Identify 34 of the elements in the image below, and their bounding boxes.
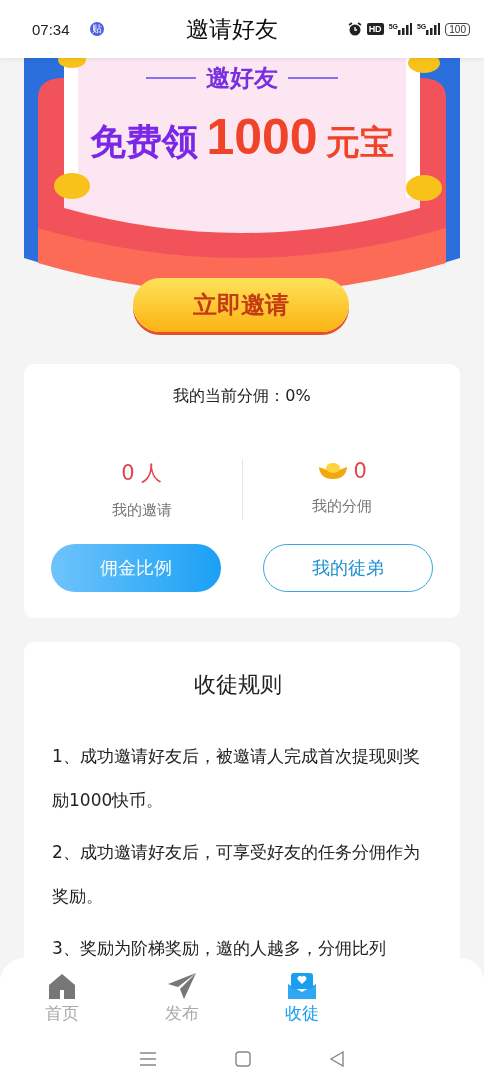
paper-plane-icon <box>167 971 197 1000</box>
stat-label: 我的分佣 <box>312 497 373 516</box>
stat-label: 我的邀请 <box>111 501 172 520</box>
rule-text: 1、成功邀请好友后，被邀请人完成首次提现则奖励1000快币。 <box>52 745 421 812</box>
rule-text: 2、成功邀请好友后，可享受好友的任务分佣作为奖励。 <box>52 841 421 908</box>
page-title: 邀请好友 <box>185 14 278 44</box>
invite-button[interactable]: 立即邀请 <box>133 278 349 332</box>
hd-label: HD <box>366 23 384 35</box>
tab-item[interactable]: 发布 <box>122 958 242 1038</box>
home-button-icon[interactable] <box>235 1051 251 1067</box>
banner-unit: 元宝 <box>325 121 394 164</box>
signal-icon <box>426 23 441 35</box>
rules-title: 收徒规则 <box>193 671 283 699</box>
notification-badge: 贴 <box>89 22 104 36</box>
heart-envelope-icon <box>287 971 317 1000</box>
tab-item[interactable]: 收徒 <box>242 958 362 1038</box>
tab-item[interactable]: 首页 <box>2 958 122 1038</box>
banner-headline: 免费领 <box>90 120 199 164</box>
banner-subtitle: 邀好友 <box>206 63 278 94</box>
rule-text: 3、奖励为阶梯奖励，邀的人越多，分佣比列 <box>52 937 387 960</box>
home-icon <box>48 971 76 1000</box>
ingot-icon <box>317 462 348 480</box>
stat-value: 0 人 <box>121 460 163 487</box>
commission-rate-text: 我的当前分佣：0% <box>172 386 312 407</box>
alarm-icon <box>347 22 362 36</box>
stat-value: 0 <box>353 459 367 483</box>
commission-ratio-button[interactable]: 佣金比例 <box>51 544 221 592</box>
signal-icon <box>397 23 412 35</box>
battery-indicator: 100 <box>445 22 470 36</box>
status-time: 07:34 <box>32 20 70 38</box>
banner-amount: 1000 <box>206 108 318 166</box>
menu-icon[interactable] <box>139 1051 157 1067</box>
my-apprentices-button[interactable]: 我的徒弟 <box>263 544 433 592</box>
back-icon[interactable] <box>329 1051 345 1067</box>
